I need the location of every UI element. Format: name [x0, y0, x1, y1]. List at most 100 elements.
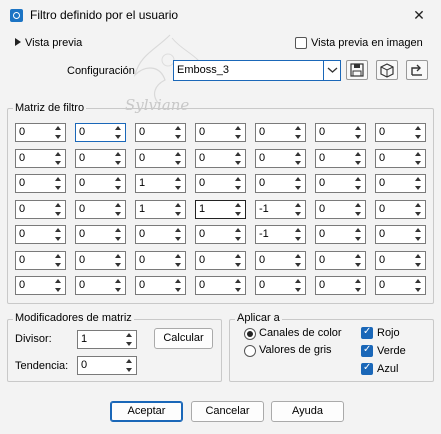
matrix-cell[interactable]: 0 [75, 123, 126, 142]
matrix-cell[interactable]: 0 [15, 123, 66, 142]
color-channels-radio[interactable] [244, 328, 256, 340]
red-checkbox[interactable] [361, 326, 373, 339]
spinner-arrows-icon[interactable] [233, 227, 244, 242]
help-button[interactable]: Ayuda [271, 401, 344, 422]
spinner-arrows-icon[interactable] [53, 176, 64, 191]
green-checkbox[interactable] [361, 344, 373, 357]
spinner-arrows-icon[interactable] [173, 125, 184, 140]
spinner-arrows-icon[interactable] [293, 176, 304, 191]
matrix-cell[interactable]: 0 [15, 276, 66, 295]
spinner-arrows-icon[interactable] [113, 151, 124, 166]
spinner-arrows-icon[interactable] [413, 176, 424, 191]
matrix-cell[interactable]: 0 [75, 225, 126, 244]
matrix-cell[interactable]: 0 [75, 276, 126, 295]
spinner-arrows-icon[interactable] [124, 332, 135, 347]
matrix-cell[interactable]: 0 [75, 149, 126, 168]
matrix-cell[interactable]: 0 [375, 174, 426, 193]
spinner-arrows-icon[interactable] [413, 227, 424, 242]
gray-values-radio[interactable] [244, 345, 256, 357]
spinner-arrows-icon[interactable] [233, 253, 244, 268]
matrix-cell[interactable]: 0 [195, 123, 246, 142]
spinner-arrows-icon[interactable] [413, 253, 424, 268]
matrix-cell[interactable]: -1 [255, 225, 306, 244]
cancel-button[interactable]: Cancelar [191, 401, 264, 422]
spinner-arrows-icon[interactable] [413, 278, 424, 293]
matrix-cell[interactable]: 0 [255, 149, 306, 168]
matrix-cell[interactable]: 0 [195, 149, 246, 168]
spinner-arrows-icon[interactable] [173, 227, 184, 242]
spinner-arrows-icon[interactable] [413, 125, 424, 140]
matrix-cell[interactable]: 0 [315, 123, 366, 142]
spinner-arrows-icon[interactable] [173, 176, 184, 191]
matrix-cell[interactable]: 0 [315, 251, 366, 270]
spinner-arrows-icon[interactable] [293, 125, 304, 140]
matrix-cell[interactable]: 0 [315, 200, 366, 219]
matrix-cell[interactable]: 0 [375, 251, 426, 270]
matrix-cell[interactable]: 0 [315, 225, 366, 244]
spinner-arrows-icon[interactable] [233, 125, 244, 140]
spinner-arrows-icon[interactable] [293, 202, 304, 217]
matrix-cell[interactable]: 0 [255, 123, 306, 142]
matrix-cell[interactable]: 0 [75, 200, 126, 219]
matrix-cell[interactable]: 0 [75, 174, 126, 193]
spinner-arrows-icon[interactable] [113, 125, 124, 140]
preset-dropdown[interactable]: Emboss_3 [173, 60, 341, 81]
spinner-arrows-icon[interactable] [53, 125, 64, 140]
spinner-arrows-icon[interactable] [353, 202, 364, 217]
matrix-cell[interactable]: 0 [255, 251, 306, 270]
matrix-cell[interactable]: 0 [195, 251, 246, 270]
close-button[interactable]: ✕ [405, 4, 433, 26]
3d-preset-button[interactable] [376, 60, 398, 80]
spinner-arrows-icon[interactable] [173, 278, 184, 293]
matrix-cell[interactable]: 0 [315, 276, 366, 295]
spinner-arrows-icon[interactable] [113, 176, 124, 191]
blue-checkbox[interactable] [361, 362, 373, 375]
matrix-cell[interactable]: 0 [375, 149, 426, 168]
matrix-cell[interactable]: 0 [15, 200, 66, 219]
spinner-arrows-icon[interactable] [173, 253, 184, 268]
spinner-arrows-icon[interactable] [353, 176, 364, 191]
matrix-cell[interactable]: 0 [315, 149, 366, 168]
matrix-cell[interactable]: 0 [75, 251, 126, 270]
spinner-arrows-icon[interactable] [413, 151, 424, 166]
spinner-arrows-icon[interactable] [293, 278, 304, 293]
spinner-arrows-icon[interactable] [233, 151, 244, 166]
expand-preview-icon[interactable] [15, 38, 21, 46]
matrix-cell[interactable]: 0 [255, 174, 306, 193]
spinner-arrows-icon[interactable] [173, 151, 184, 166]
matrix-cell[interactable]: 0 [15, 174, 66, 193]
matrix-cell[interactable]: 0 [195, 174, 246, 193]
spinner-arrows-icon[interactable] [233, 176, 244, 191]
save-preset-button[interactable] [346, 60, 368, 80]
spinner-arrows-icon[interactable] [124, 358, 135, 373]
matrix-cell[interactable]: 0 [135, 251, 186, 270]
spinner-arrows-icon[interactable] [113, 253, 124, 268]
matrix-cell[interactable]: 0 [375, 200, 426, 219]
matrix-cell[interactable]: 0 [315, 174, 366, 193]
spinner-arrows-icon[interactable] [293, 151, 304, 166]
spinner-arrows-icon[interactable] [173, 202, 184, 217]
spinner-arrows-icon[interactable] [53, 253, 64, 268]
spinner-arrows-icon[interactable] [53, 227, 64, 242]
spinner-arrows-icon[interactable] [53, 151, 64, 166]
preview-image-checkbox[interactable] [295, 37, 307, 49]
matrix-cell[interactable]: 0 [135, 123, 186, 142]
matrix-cell[interactable]: 1 [195, 200, 246, 219]
matrix-cell[interactable]: 1 [135, 174, 186, 193]
matrix-cell[interactable]: 0 [255, 276, 306, 295]
matrix-cell[interactable]: 0 [15, 251, 66, 270]
matrix-cell[interactable]: 1 [135, 200, 186, 219]
matrix-cell[interactable]: 0 [375, 225, 426, 244]
spinner-arrows-icon[interactable] [113, 202, 124, 217]
calculate-button[interactable]: Calcular [154, 328, 213, 349]
matrix-cell[interactable]: 0 [195, 225, 246, 244]
spinner-arrows-icon[interactable] [113, 278, 124, 293]
spinner-arrows-icon[interactable] [293, 253, 304, 268]
spinner-arrows-icon[interactable] [353, 125, 364, 140]
matrix-cell[interactable]: 0 [135, 276, 186, 295]
spinner-arrows-icon[interactable] [353, 278, 364, 293]
matrix-cell[interactable]: 0 [135, 149, 186, 168]
matrix-cell[interactable]: 0 [15, 149, 66, 168]
matrix-cell[interactable]: -1 [255, 200, 306, 219]
divisor-spinner[interactable]: 1 [77, 330, 137, 349]
